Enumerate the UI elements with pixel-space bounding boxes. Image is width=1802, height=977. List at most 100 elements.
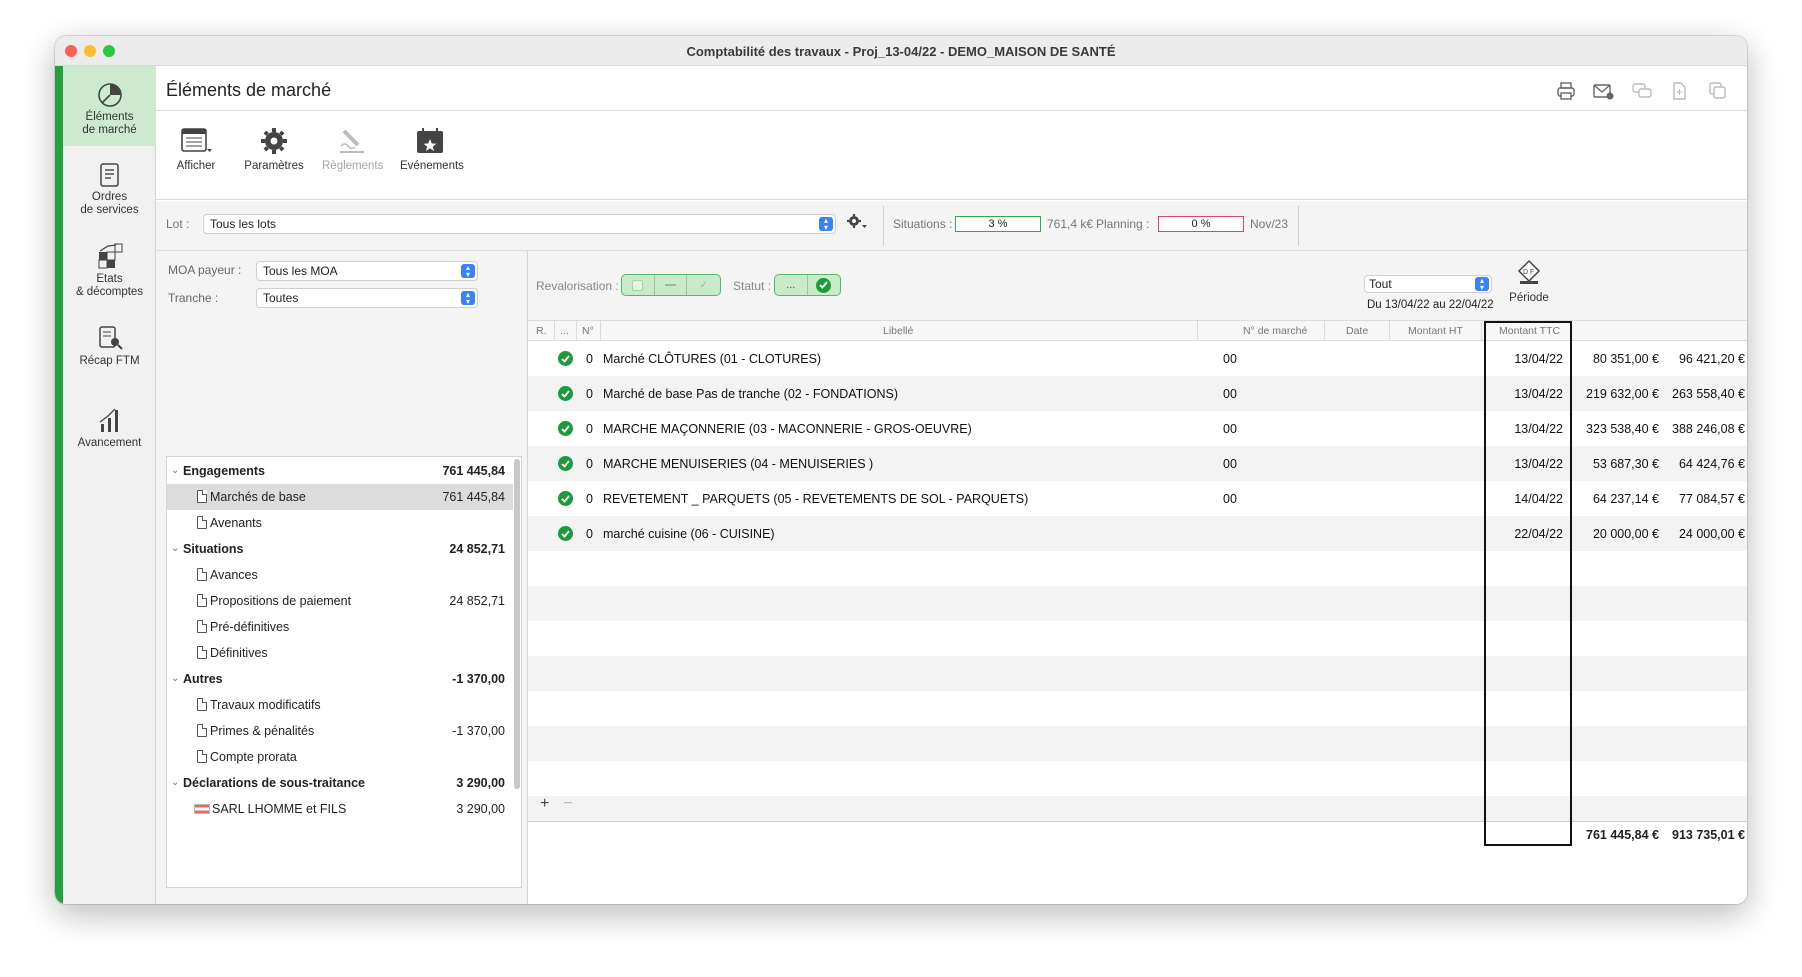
sidebar-item-recap-ftm[interactable]: Récap FTM	[63, 324, 156, 376]
tranche-select-value: Toutes	[263, 291, 299, 305]
check-circle-icon	[558, 526, 573, 541]
duplicate-icon[interactable]	[1707, 80, 1729, 102]
remove-button[interactable]: −	[563, 795, 572, 813]
lot-select[interactable]: Tous les lots ▴ ▾	[203, 214, 836, 234]
tree-item-primes-penalites[interactable]: Primes & pénalités -1 370,00	[167, 718, 513, 744]
reglements-button[interactable]: Règlements	[322, 126, 384, 172]
divider	[156, 199, 1747, 200]
sidebar-item-etats-decomptes[interactable]: Etats & décomptes	[63, 242, 156, 304]
period-select[interactable]: Tout ▴ ▾	[1364, 275, 1492, 293]
tree-item-travaux-modificatifs[interactable]: Travaux modificatifs	[167, 692, 513, 718]
planning-label: Planning :	[1096, 217, 1150, 231]
lot-filter-bar: Lot : Tous les lots ▴ ▾ Situations : 3 % …	[156, 201, 1747, 251]
document-icon	[197, 594, 207, 607]
situations-progress-bar: 3 %	[955, 216, 1041, 232]
parametres-button[interactable]: Paramètres	[244, 126, 304, 172]
column-header-r[interactable]: R.	[536, 325, 547, 337]
table-row[interactable]: 0 MARCHE MAÇONNERIE (03 - MACONNERIE - G…	[528, 411, 1747, 446]
tree-item-marches-de-base[interactable]: Marchés de base 761 445,84	[167, 484, 513, 510]
column-header-numero-marche[interactable]: N° de marché	[1243, 325, 1307, 337]
end-date-label: Nov/23	[1250, 217, 1289, 231]
moa-select[interactable]: Tous les MOA ▴ ▾	[256, 261, 478, 281]
tree-group-situations[interactable]: ⌄ Situations 24 852,71	[167, 536, 513, 562]
tree-item-avenants[interactable]: Avenants	[167, 510, 513, 536]
chevron-down-icon[interactable]: ⌄	[171, 666, 179, 692]
statut-validated-option[interactable]	[808, 275, 841, 295]
tree-group-engagements[interactable]: ⌄ Engagements 761 445,84	[167, 458, 513, 484]
tree-value: 761 445,84	[442, 490, 505, 504]
table-footer-actions: + −	[540, 795, 573, 813]
chevron-down-icon[interactable]: ⌄	[171, 458, 179, 484]
column-header-date[interactable]: Date	[1346, 325, 1368, 337]
row-date: 13/04/22	[1514, 457, 1563, 471]
lot-settings-gear-icon[interactable]	[846, 213, 868, 236]
growth-bars-icon	[99, 408, 118, 432]
column-separator	[1324, 321, 1325, 341]
moa-label: MOA payeur :	[168, 263, 242, 277]
tree-label: Compte prorata	[210, 750, 297, 764]
tree-item-propositions-de-paiement[interactable]: Propositions de paiement 24 852,71	[167, 588, 513, 614]
row-numero-marche: 00	[1223, 387, 1237, 401]
row-date: 13/04/22	[1514, 387, 1563, 401]
afficher-button[interactable]: Afficher	[166, 126, 226, 172]
revalorisation-partial-option[interactable]	[655, 275, 688, 295]
row-montant-ht: 53 687,30 €	[1592, 457, 1659, 471]
table-row[interactable]: 0 marché cuisine (06 - CUISINE) 22/04/22…	[528, 516, 1747, 551]
tree-value: -1 370,00	[452, 724, 505, 738]
revalorisation-done-option[interactable]: ✓	[687, 275, 720, 295]
statut-segmented-control[interactable]: ...	[774, 274, 841, 296]
print-icon[interactable]	[1555, 80, 1577, 102]
column-header-dots[interactable]: ...	[560, 325, 569, 337]
svg-text:F: F	[1530, 269, 1534, 276]
tree-group-declarations-sous-traitance[interactable]: ⌄ Déclarations de sous-traitance 3 290,0…	[167, 770, 513, 796]
revalorisation-segmented-control[interactable]: ✓	[621, 274, 721, 296]
tree-item-pre-definitives[interactable]: Pré-définitives	[167, 614, 513, 640]
evenements-label: Evénements	[400, 160, 464, 172]
evenements-button[interactable]: Evénements	[400, 126, 464, 172]
window-display-icon	[181, 128, 212, 152]
tree-item-compte-prorata[interactable]: Compte prorata	[167, 744, 513, 770]
tree-item-definitives[interactable]: Définitives	[167, 640, 513, 666]
add-button[interactable]: +	[540, 795, 549, 813]
chevron-down-icon[interactable]: ⌄	[171, 770, 179, 796]
reglements-label: Règlements	[322, 160, 384, 172]
column-header-libelle[interactable]: Libellé	[883, 325, 913, 337]
tree-item-sarl-lhomme[interactable]: SARL LHOMME et FILS 3 290,00	[167, 796, 513, 822]
mail-settings-icon[interactable]	[1593, 80, 1615, 102]
row-libelle: marché cuisine (06 - CUISINE)	[603, 527, 775, 541]
check-circle-icon	[558, 351, 573, 366]
revalorisation-none-option[interactable]	[622, 275, 655, 295]
table-row[interactable]: 0 Marché de base Pas de tranche (02 - FO…	[528, 376, 1747, 411]
tree-group-autres[interactable]: ⌄ Autres -1 370,00	[167, 666, 513, 692]
row-montant-ht: 64 237,14 €	[1592, 492, 1659, 506]
new-document-icon[interactable]	[1669, 80, 1691, 102]
tree-value: 3 290,00	[456, 802, 505, 816]
tranche-select[interactable]: Toutes ▴ ▾	[256, 288, 478, 308]
column-header-montant-ht[interactable]: Montant HT	[1408, 325, 1463, 337]
tree-value: 24 852,71	[449, 594, 505, 608]
markets-filter-bar: Revalorisation : ✓ Statut : ... Tout ▴▾	[528, 251, 1747, 321]
tree-label: Déclarations de sous-traitance	[183, 776, 366, 790]
check-circle-icon	[558, 386, 573, 401]
category-tree: ⌄ Engagements 761 445,84 Marchés de base…	[166, 456, 522, 888]
document-icon	[197, 698, 207, 711]
row-libelle: Marché de base Pas de tranche (02 - FOND…	[603, 387, 899, 401]
chevron-down-icon[interactable]: ⌄	[171, 536, 179, 562]
table-row[interactable]: 0 REVETEMENT _ PARQUETS (05 - REVETEMENT…	[528, 481, 1747, 516]
sidebar-item-elements-de-marche[interactable]: Éléments de marché	[63, 66, 156, 146]
column-header-montant-ttc[interactable]: Montant TTC	[1499, 325, 1560, 337]
table-row[interactable]: 0 Marché CLÔTURES (01 - CLOTURES) 00 13/…	[528, 341, 1747, 376]
periode-button[interactable]: DF Période	[1509, 259, 1549, 304]
sidebar-item-ordres-de-services[interactable]: Ordres de services	[63, 162, 156, 224]
tree-item-avances[interactable]: Avances	[167, 562, 513, 588]
check-circle-icon	[816, 277, 832, 293]
table-row[interactable]: 0 MARCHE MENUISERIES (04 - MENUISERIES )…	[528, 446, 1747, 481]
row-numero-marche: 00	[1223, 492, 1237, 506]
statut-other-option[interactable]: ...	[775, 275, 808, 295]
chat-bubbles-icon[interactable]	[1631, 80, 1653, 102]
tree-scrollbar[interactable]	[514, 459, 520, 789]
sidebar-item-avancement[interactable]: Avancement	[63, 406, 156, 458]
title-bar: Comptabilité des travaux - Proj_13-04/22…	[55, 36, 1747, 66]
column-header-numero[interactable]: N°	[582, 325, 594, 337]
tree-value: 761 445,84	[442, 464, 505, 478]
